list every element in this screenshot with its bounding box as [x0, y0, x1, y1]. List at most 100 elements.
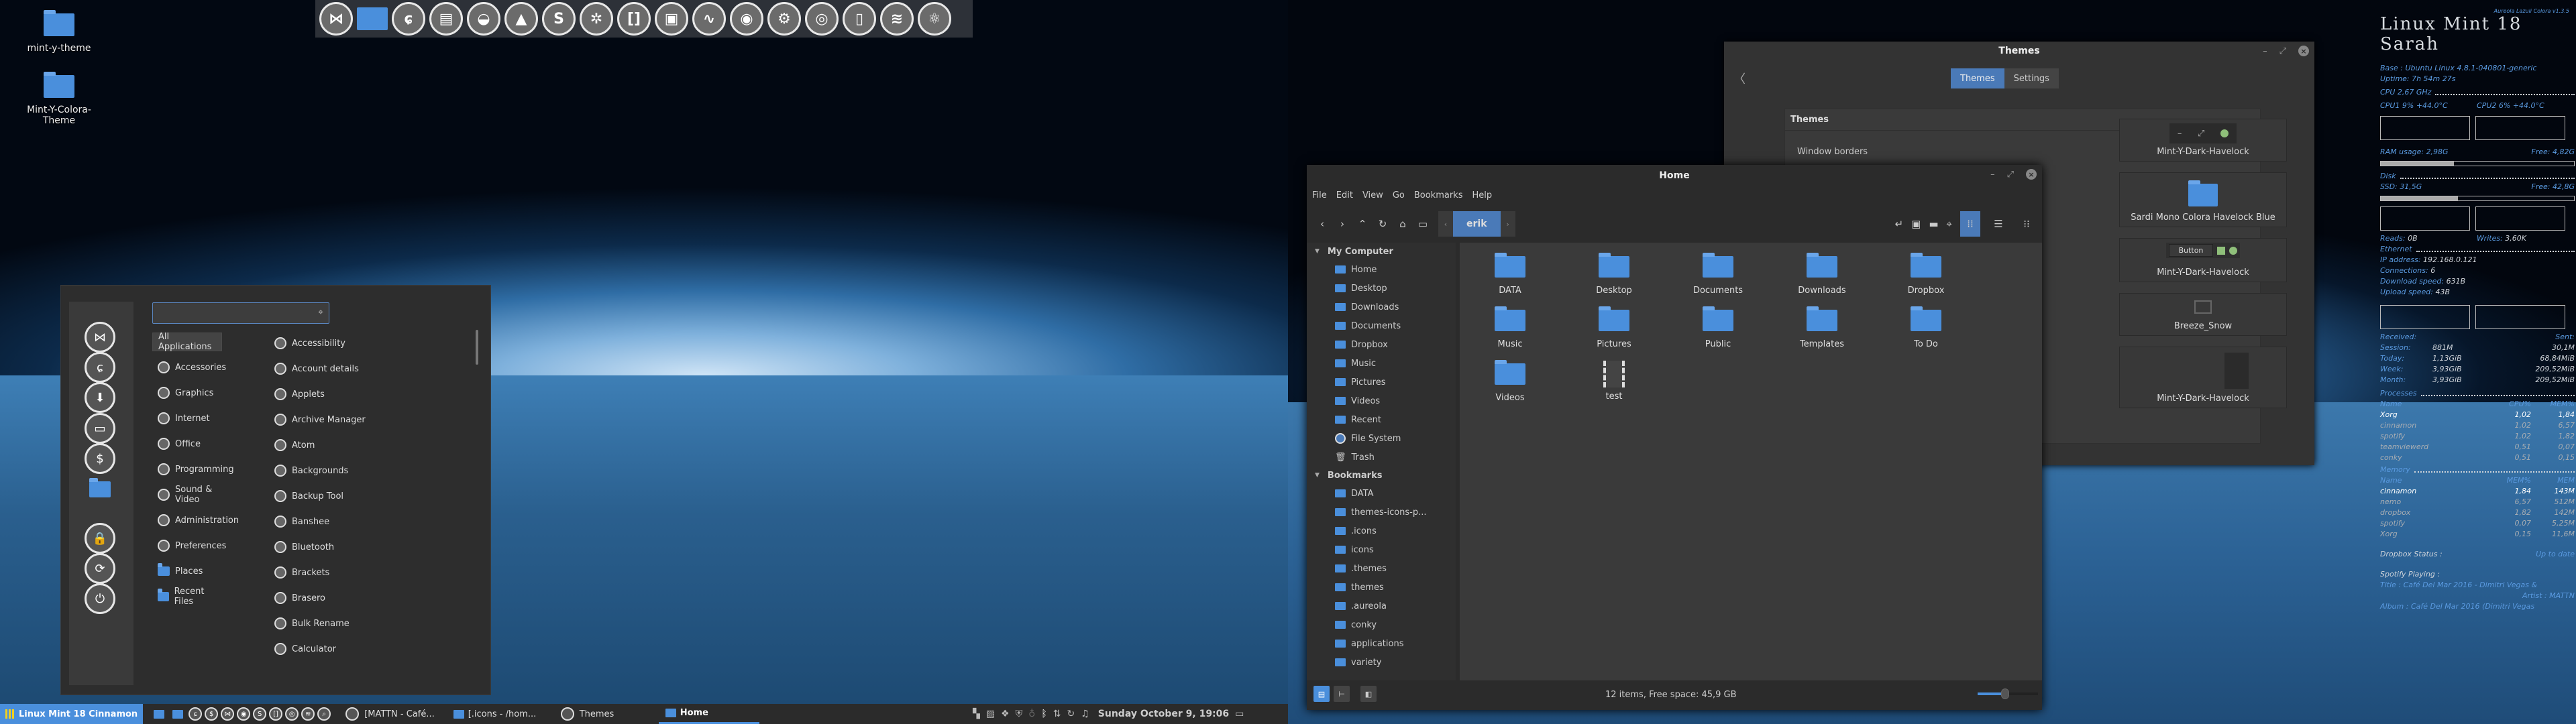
favorite-logout[interactable]: ⟳ [85, 553, 115, 584]
file-item[interactable]: Videos [1473, 360, 1547, 403]
refresh-icon[interactable]: ↻ [1067, 709, 1075, 719]
new-folder-icon[interactable]: ▬ [1929, 218, 1938, 230]
location-toggle-icon[interactable]: ↵ [1895, 218, 1904, 230]
theme-card-window-borders[interactable]: – ⤢ Mint-Y-Dark-Havelock [2119, 119, 2287, 162]
terminal-icon[interactable]: ▣ [1911, 218, 1921, 230]
back-button[interactable]: 〈 [1733, 70, 1746, 87]
desktop-icon-mint-y-colora-theme[interactable]: Mint-Y-Colora-Theme [19, 71, 99, 126]
up-icon[interactable]: ⌃ [1352, 218, 1373, 230]
sidebar-item[interactable]: Downloads [1307, 298, 1456, 316]
minimize-icon[interactable]: – [2263, 46, 2267, 56]
sidebar-item[interactable]: .aureola [1307, 597, 1456, 615]
favorite-screen[interactable]: ▭ [85, 413, 115, 444]
computer-icon[interactable]: ▭ [1413, 218, 1433, 230]
sidebar-item[interactable]: .icons [1307, 522, 1456, 540]
category-administration[interactable]: Administration [152, 511, 239, 530]
category-programming[interactable]: Programming [152, 460, 234, 479]
tab-settings[interactable]: Settings [2004, 68, 2059, 88]
app-item[interactable]: Banshee [274, 512, 329, 531]
sidebar-item[interactable]: 🗑 Trash [1307, 448, 1456, 467]
file-item[interactable]: Public [1681, 306, 1755, 349]
sidebar-item[interactable]: File System [1307, 429, 1456, 448]
sidebar-toggle-button[interactable]: ◧ [1360, 686, 1377, 702]
menu-button[interactable]: Linux Mint 18 Cinnamon [0, 704, 144, 724]
app-item[interactable]: Calculator [274, 640, 336, 658]
dock-item-mint-menu[interactable]: ⋈ [319, 2, 353, 36]
sidebar-item[interactable]: Documents [1307, 316, 1456, 335]
sidebar-item[interactable]: Home [1307, 260, 1456, 279]
close-icon[interactable]: × [2026, 169, 2037, 180]
dock-item-skype[interactable]: S [542, 2, 576, 36]
icon-view-button[interactable]: ⁞⁞ [1960, 211, 1980, 237]
file-item[interactable]: Dropbox [1889, 253, 1963, 296]
locate-icon[interactable]: ⌖ [1947, 218, 1952, 230]
launcher-screenshot[interactable]: ◉ [237, 707, 251, 721]
sidebar-item[interactable]: themes-icons-p... [1307, 503, 1456, 522]
sidebar-item[interactable]: .themes [1307, 559, 1456, 578]
theme-card-controls[interactable]: Button Mint-Y-Dark-Havelock [2119, 238, 2287, 282]
maximize-icon[interactable]: ⤢ [2007, 170, 2014, 180]
sidebar-item[interactable]: DATA [1307, 484, 1456, 503]
sidebar-item[interactable]: Music [1307, 354, 1456, 373]
dock-item-image-viewer[interactable]: ▣ [655, 2, 688, 36]
file-item[interactable]: Documents [1681, 253, 1755, 296]
dock-item-atom[interactable]: ⚛ [918, 2, 951, 36]
network-icon[interactable]: ⇅ [1053, 709, 1061, 719]
menu-scrollbar[interactable] [476, 330, 478, 365]
menu-file[interactable]: File [1312, 190, 1327, 200]
category-accessories[interactable]: Accessories [152, 358, 226, 377]
launcher-search[interactable]: ⌕ [317, 707, 331, 721]
forward-icon[interactable]: › [1332, 218, 1352, 230]
category-internet[interactable]: Internet [152, 409, 222, 428]
clock[interactable]: Sunday October 9, 19:06 [1098, 709, 1229, 719]
favorite-lock[interactable]: 🔒 [85, 523, 115, 554]
taskbar-window[interactable]: [MATTN - Café... [337, 704, 441, 724]
launcher-files[interactable] [172, 709, 184, 719]
favorite-terminal[interactable]: $ [85, 443, 115, 474]
app-item[interactable]: Backgrounds [274, 461, 348, 480]
desktop-icon-mint-y-theme[interactable]: mint-y-theme [19, 9, 99, 54]
launcher-podcast[interactable]: ◎ [285, 707, 299, 721]
music-icon[interactable]: ♫ [1081, 709, 1089, 719]
category-recent-files[interactable]: Recent Files [152, 587, 222, 607]
taskbar-window[interactable]: Themes [553, 704, 653, 724]
app-item[interactable]: Account details [274, 359, 359, 378]
sidebar-item[interactable]: icons [1307, 540, 1456, 559]
category-preferences[interactable]: Preferences [152, 536, 226, 555]
menu-search-input[interactable]: ⌖ [152, 302, 329, 324]
dock-item-window-manager[interactable]: ▯ [843, 2, 876, 36]
dock-item-screenshot[interactable]: ◉ [730, 2, 763, 36]
zoom-slider[interactable] [1978, 688, 2038, 699]
sidebar-item[interactable]: themes [1307, 578, 1456, 597]
sidebar-item[interactable]: Dropbox [1307, 335, 1456, 354]
theme-card-desktop[interactable]: Mint-Y-Dark-Havelock [2119, 347, 2287, 408]
maximize-icon[interactable]: ⤢ [2279, 46, 2286, 56]
menu-bookmarks[interactable]: Bookmarks [1414, 190, 1463, 200]
home-icon[interactable]: ⌂ [1393, 218, 1413, 230]
close-icon[interactable]: × [2298, 46, 2309, 56]
file-item[interactable]: Downloads [1785, 253, 1859, 296]
dock-item-spotify[interactable]: ≋ [880, 2, 914, 36]
image-icon[interactable]: ▨ [986, 709, 995, 719]
launcher-mint-tools[interactable]: ⋈ [221, 707, 235, 721]
dock-item-firefox[interactable]: ɕ [392, 2, 425, 36]
workspace-switcher-icon[interactable]: ▚ [973, 709, 980, 719]
launcher-skype[interactable]: S [253, 707, 267, 721]
sidebar-item[interactable]: Pictures [1307, 373, 1456, 391]
theme-card-icons[interactable]: Sardi Mono Colora Havelock Blue [2119, 172, 2287, 227]
favorite-mint-tools[interactable]: ⋈ [85, 322, 115, 353]
list-view-button[interactable]: ☰ [1988, 211, 2008, 237]
sidebar-section-bookmarks[interactable]: ▼ Bookmarks [1307, 467, 1456, 484]
app-item[interactable]: Applets [274, 385, 325, 404]
category-office[interactable]: Office [152, 434, 222, 453]
app-item[interactable]: Archive Manager [274, 410, 366, 429]
minimize-icon[interactable]: – [1990, 170, 1995, 180]
favorite-software-updates[interactable]: ⬇ [85, 382, 115, 413]
app-item[interactable]: Backup Tool [274, 487, 343, 505]
dock-item-files[interactable] [357, 7, 388, 30]
file-item[interactable]: test [1577, 361, 1651, 402]
shield-icon[interactable]: ⛨ [1016, 709, 1023, 719]
app-item[interactable]: Brasero [274, 589, 325, 607]
compact-view-button[interactable]: ⁝⁝ [2017, 211, 2037, 237]
app-item[interactable]: Brackets [274, 563, 329, 582]
